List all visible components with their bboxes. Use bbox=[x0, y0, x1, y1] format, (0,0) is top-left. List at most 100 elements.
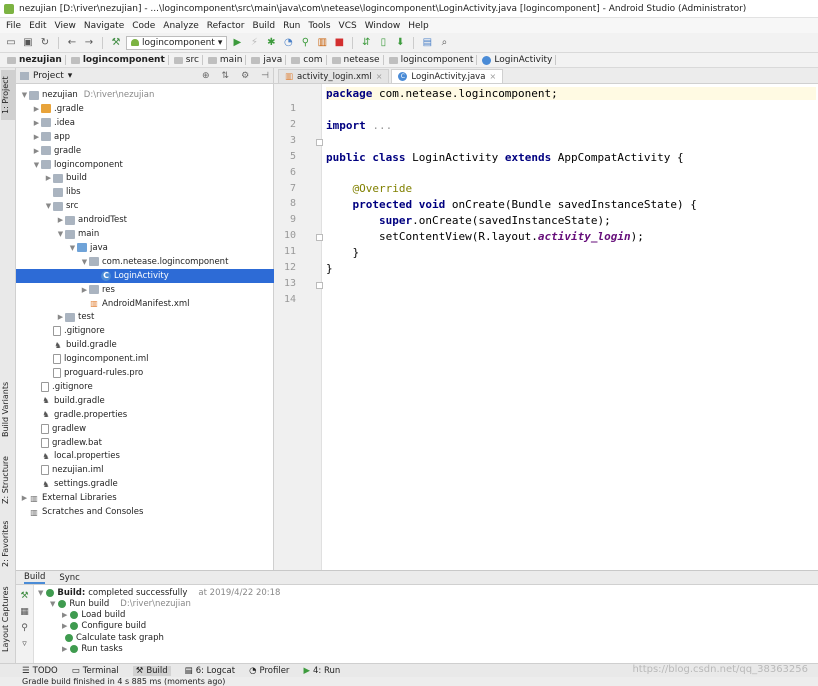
bottom-tab[interactable]: ⚒ Build bbox=[132, 665, 171, 676]
close-icon[interactable]: × bbox=[376, 72, 383, 81]
chevron-down-icon[interactable]: ▼ bbox=[68, 244, 77, 252]
menu-build[interactable]: Build bbox=[249, 21, 280, 31]
tree-item[interactable]: ▶ app bbox=[16, 130, 274, 144]
tree-item[interactable]: ▶ build bbox=[16, 171, 274, 185]
tree-item[interactable]: ▼ src bbox=[16, 199, 274, 213]
chevron-down-icon[interactable]: ▼ bbox=[50, 600, 55, 608]
chevron-right-icon[interactable]: ▶ bbox=[80, 286, 89, 294]
bottom-tab[interactable]: ☰ TODO bbox=[22, 666, 58, 676]
chevron-down-icon[interactable]: ▼ bbox=[56, 230, 65, 238]
tree-item[interactable]: proguard-rules.pro bbox=[16, 366, 274, 380]
coverage-icon[interactable]: ▥ bbox=[315, 36, 329, 50]
hammer-icon[interactable]: ⚒ bbox=[109, 36, 123, 50]
tree-item[interactable]: ♞ gradle.properties bbox=[16, 408, 274, 422]
editor-tab[interactable]: ▥ activity_login.xml × bbox=[278, 69, 390, 83]
chevron-right-icon[interactable]: ▶ bbox=[56, 216, 65, 224]
breadcrumb-item[interactable]: nezujian bbox=[4, 55, 66, 65]
tab-favorites[interactable]: 2: Favorites bbox=[1, 515, 15, 573]
tree-item[interactable]: ♞ build.gradle bbox=[16, 394, 274, 408]
menu-vcs[interactable]: VCS bbox=[335, 21, 361, 31]
build-row[interactable]: ▼ Run build D:\river\nezujian bbox=[50, 598, 191, 609]
chevron-down-icon[interactable]: ▼ bbox=[20, 91, 29, 99]
breadcrumb-item[interactable]: logincomponent bbox=[386, 55, 478, 65]
tree-item[interactable]: ▶ androidTest bbox=[16, 213, 274, 227]
menu-edit[interactable]: Edit bbox=[25, 21, 50, 31]
build-row[interactable]: ▶ Load build bbox=[62, 610, 125, 621]
bottom-tab[interactable]: ▶ 4: Run bbox=[303, 666, 340, 676]
apply-changes-icon[interactable]: ⚡ bbox=[247, 36, 261, 50]
menu-code[interactable]: Code bbox=[128, 21, 159, 31]
tab-layout-captures[interactable]: Layout Captures bbox=[1, 583, 15, 655]
breadcrumb-item[interactable]: java bbox=[248, 55, 287, 65]
tree-item[interactable]: .gitignore bbox=[16, 324, 274, 338]
filter-icon[interactable]: ▿ bbox=[16, 639, 33, 649]
tree-item[interactable]: C LoginActivity bbox=[16, 268, 274, 283]
tab-build-variants[interactable]: Build Variants bbox=[1, 378, 15, 440]
chevron-down-icon[interactable]: ▼ bbox=[32, 161, 41, 169]
profile-icon[interactable]: ◔ bbox=[281, 36, 295, 50]
tree-item[interactable]: ♞ local.properties bbox=[16, 449, 274, 463]
breadcrumb-item[interactable]: netease bbox=[329, 55, 384, 65]
breadcrumb-item[interactable]: LoginActivity bbox=[479, 55, 557, 65]
tree-item[interactable]: ▥ Scratches and Consoles bbox=[16, 505, 274, 519]
layout-icon[interactable]: ▦ bbox=[16, 607, 33, 617]
menu-file[interactable]: File bbox=[2, 21, 25, 31]
tree-item[interactable]: ▼ nezujian D:\river\nezujian bbox=[16, 88, 274, 102]
menu-window[interactable]: Window bbox=[361, 21, 405, 31]
tree-item[interactable]: ▶ .gradle bbox=[16, 102, 274, 116]
tree-item[interactable]: ▥ AndroidManifest.xml bbox=[16, 297, 274, 311]
gear-icon[interactable]: ⚙ bbox=[237, 71, 253, 81]
menu-help[interactable]: Help bbox=[404, 21, 433, 31]
tab-build[interactable]: Build bbox=[24, 572, 46, 584]
editor-tab[interactable]: C LoginActivity.java × bbox=[391, 69, 504, 83]
save-icon[interactable]: ▣ bbox=[21, 36, 35, 50]
tree-item[interactable]: ▶ res bbox=[16, 283, 274, 297]
menu-tools[interactable]: Tools bbox=[304, 21, 334, 31]
tree-item[interactable]: ▼ com.netease.logincomponent bbox=[16, 255, 274, 269]
tree-item[interactable]: ▶ ▥ External Libraries bbox=[16, 491, 274, 505]
chevron-right-icon[interactable]: ▶ bbox=[62, 645, 67, 653]
menu-view[interactable]: View bbox=[51, 21, 80, 31]
tree-item[interactable]: ▼ main bbox=[16, 227, 274, 241]
bottom-tab[interactable]: ▭ Terminal bbox=[72, 666, 119, 676]
chevron-right-icon[interactable]: ▶ bbox=[32, 119, 41, 127]
breadcrumb-item[interactable]: main bbox=[205, 55, 247, 65]
tree-item[interactable]: gradlew bbox=[16, 422, 274, 436]
chevron-right-icon[interactable]: ▶ bbox=[62, 611, 67, 619]
menu-navigate[interactable]: Navigate bbox=[80, 21, 128, 31]
tree-item[interactable]: libs bbox=[16, 185, 274, 199]
pin-icon[interactable]: ⚲ bbox=[16, 623, 33, 633]
code-editor[interactable]: package com.netease.logincomponent; impor… bbox=[326, 84, 816, 570]
run-icon[interactable]: ▶ bbox=[230, 36, 244, 50]
tree-item[interactable]: ♞ settings.gradle bbox=[16, 477, 274, 491]
tree-item[interactable]: ▼ java bbox=[16, 241, 274, 255]
tree-item[interactable]: ▶ .idea bbox=[16, 116, 274, 130]
tree-item[interactable]: ▶ test bbox=[16, 310, 274, 324]
build-row[interactable]: ▶ Configure build bbox=[62, 621, 146, 632]
chevron-right-icon[interactable]: ▶ bbox=[20, 494, 29, 502]
tree-item[interactable]: .gitignore bbox=[16, 380, 274, 394]
menu-run[interactable]: Run bbox=[279, 21, 304, 31]
tree-item[interactable]: logincomponent.iml bbox=[16, 352, 274, 366]
tree-item[interactable]: ▶ gradle bbox=[16, 144, 274, 158]
stop-icon[interactable]: ■ bbox=[332, 36, 346, 50]
bottom-tab[interactable]: ▤ 6: Logcat bbox=[185, 666, 235, 676]
forward-icon[interactable]: → bbox=[82, 36, 96, 50]
sdk-manager-icon[interactable]: ⬇ bbox=[393, 36, 407, 50]
gradle-sync-icon[interactable]: ⇵ bbox=[359, 36, 373, 50]
run-config-select[interactable]: logincomponent ▾ bbox=[126, 35, 228, 50]
chevron-right-icon[interactable]: ▶ bbox=[62, 622, 67, 630]
tab-structure[interactable]: Z: Structure bbox=[1, 453, 15, 507]
build-row[interactable]: Calculate task graph bbox=[62, 632, 164, 643]
search-icon[interactable]: ⌕ bbox=[437, 36, 451, 50]
back-icon[interactable]: ← bbox=[65, 36, 79, 50]
tree-item[interactable]: gradlew.bat bbox=[16, 436, 274, 450]
collapse-all-icon[interactable]: ⇅ bbox=[218, 71, 234, 81]
fold-marker-icon[interactable] bbox=[316, 234, 323, 242]
chevron-down-icon[interactable]: ▼ bbox=[38, 589, 43, 597]
tree-item[interactable]: nezujian.iml bbox=[16, 463, 274, 477]
breadcrumb-item[interactable]: com bbox=[288, 55, 327, 65]
avd-icon[interactable]: ▯ bbox=[376, 36, 390, 50]
tab-sync[interactable]: Sync bbox=[59, 573, 80, 583]
chevron-down-icon[interactable]: ▼ bbox=[80, 258, 89, 266]
